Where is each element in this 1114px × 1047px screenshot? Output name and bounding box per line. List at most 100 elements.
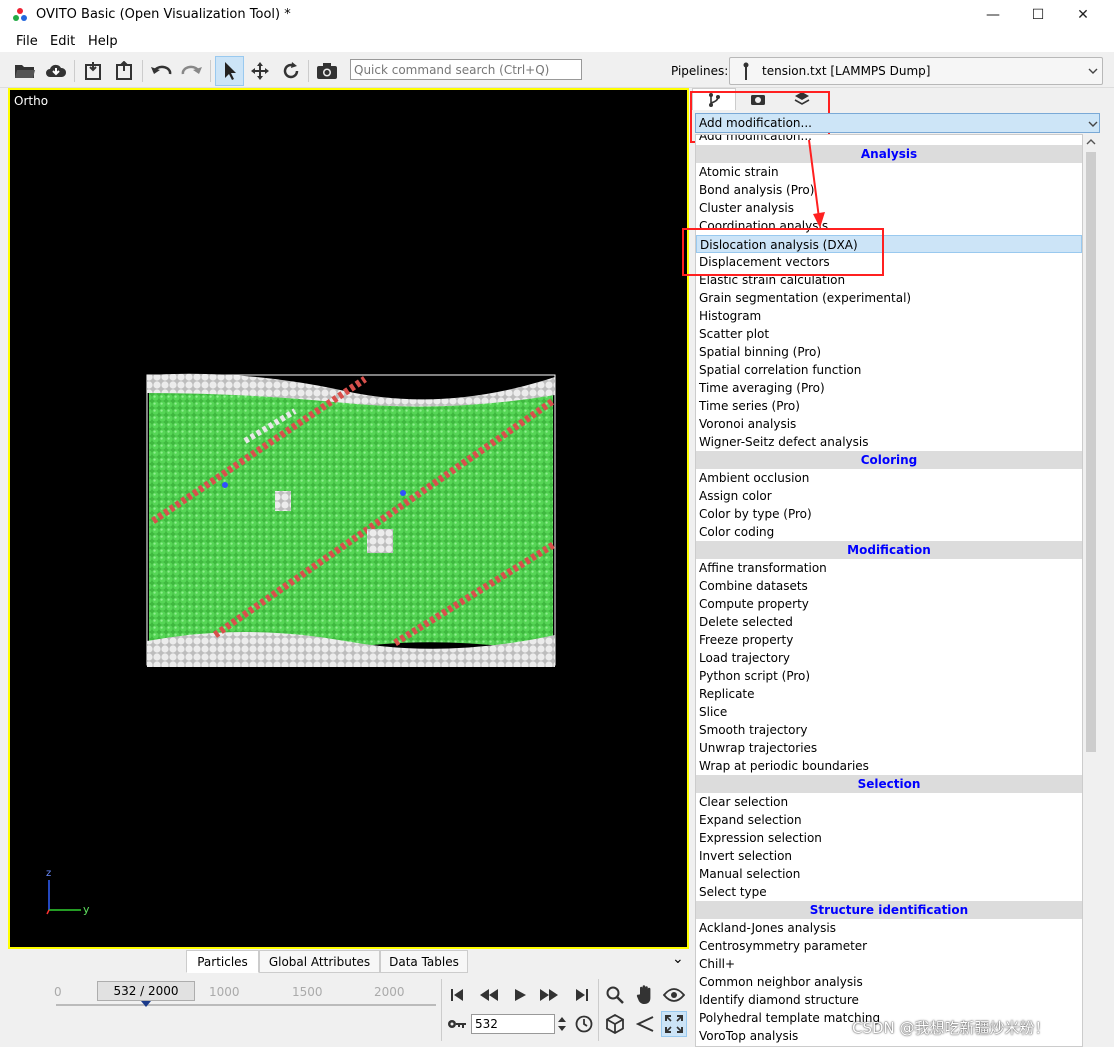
- list-item[interactable]: Ambient occlusion: [696, 469, 1082, 487]
- time-slider-track[interactable]: [56, 1004, 436, 1006]
- tab-particles[interactable]: Particles: [186, 950, 259, 973]
- list-item[interactable]: Centrosymmetry parameter: [696, 937, 1082, 955]
- previous-frame-button[interactable]: [476, 982, 502, 1008]
- list-item[interactable]: Add modification...: [696, 135, 1082, 145]
- list-item[interactable]: Bond analysis (Pro): [696, 181, 1082, 199]
- list-item[interactable]: Identify diamond structure: [696, 991, 1082, 1009]
- list-item[interactable]: Load trajectory: [696, 649, 1082, 667]
- list-item[interactable]: Freeze property: [696, 631, 1082, 649]
- list-item[interactable]: Delete selected: [696, 613, 1082, 631]
- list-item[interactable]: Replicate: [696, 685, 1082, 703]
- list-item[interactable]: Time averaging (Pro): [696, 379, 1082, 397]
- list-item[interactable]: Ackland-Jones analysis: [696, 919, 1082, 937]
- cube-icon: [606, 1014, 624, 1034]
- play-button[interactable]: [507, 982, 533, 1008]
- add-modification-combo[interactable]: Add modification...: [695, 113, 1100, 133]
- pipeline-select-value: tension.txt [LAMMPS Dump]: [762, 64, 931, 78]
- list-item[interactable]: Voronoi analysis: [696, 415, 1082, 433]
- list-item[interactable]: Invert selection: [696, 847, 1082, 865]
- viewport-caption[interactable]: Ortho: [14, 94, 48, 108]
- close-button[interactable]: ✕: [1063, 4, 1103, 26]
- list-item[interactable]: Unwrap trajectories: [696, 739, 1082, 757]
- list-item[interactable]: Clear selection: [696, 793, 1082, 811]
- time-slider-handle[interactable]: 532 / 2000: [97, 981, 195, 1001]
- title-bar: OVITO Basic (Open Visualization Tool) * …: [0, 0, 1114, 30]
- minimize-button[interactable]: —: [973, 4, 1013, 26]
- tab-global-attributes[interactable]: Global Attributes: [259, 950, 380, 973]
- menu-edit[interactable]: Edit: [50, 34, 75, 49]
- list-item[interactable]: Assign color: [696, 487, 1082, 505]
- quick-command-search-input[interactable]: [350, 59, 582, 80]
- list-item[interactable]: Compute property: [696, 595, 1082, 613]
- scroll-thumb[interactable]: [1086, 152, 1096, 752]
- chevron-down-icon: [1088, 121, 1098, 127]
- list-item[interactable]: Wigner-Seitz defect analysis: [696, 433, 1082, 451]
- list-item[interactable]: Expression selection: [696, 829, 1082, 847]
- orbit-button[interactable]: [661, 982, 687, 1008]
- selection-mode-button[interactable]: [215, 56, 244, 86]
- list-item[interactable]: Select type: [696, 883, 1082, 901]
- list-item[interactable]: Color by type (Pro): [696, 505, 1082, 523]
- list-item[interactable]: Grain segmentation (experimental): [696, 289, 1082, 307]
- render-button[interactable]: [314, 58, 340, 84]
- list-item[interactable]: Scatter plot: [696, 325, 1082, 343]
- menu-file[interactable]: File: [16, 34, 38, 49]
- current-frame-input[interactable]: 532: [471, 1014, 555, 1034]
- spinner-arrows-icon[interactable]: [556, 1015, 568, 1033]
- magnifier-icon: [606, 986, 624, 1004]
- hand-icon: [636, 985, 651, 1004]
- rotate-mode-button[interactable]: [278, 58, 304, 84]
- load-remote-button[interactable]: [43, 58, 69, 84]
- list-item[interactable]: Affine transformation: [696, 559, 1082, 577]
- list-item[interactable]: Time series (Pro): [696, 397, 1082, 415]
- list-item[interactable]: Spatial binning (Pro): [696, 343, 1082, 361]
- 3d-viewport[interactable]: Ortho z y: [8, 88, 689, 949]
- fast-forward-icon: [540, 989, 558, 1001]
- animation-settings-button[interactable]: [571, 1011, 597, 1037]
- zoom-button[interactable]: [602, 982, 628, 1008]
- divider: [441, 979, 442, 1041]
- list-item[interactable]: Atomic strain: [696, 163, 1082, 181]
- list-item[interactable]: Spatial correlation function: [696, 361, 1082, 379]
- next-frame-button[interactable]: [536, 982, 562, 1008]
- command-panel: Add modification... Add modification... A…: [682, 88, 1102, 1047]
- list-item[interactable]: Color coding: [696, 523, 1082, 541]
- list-item[interactable]: Python script (Pro): [696, 667, 1082, 685]
- list-item[interactable]: Histogram: [696, 307, 1082, 325]
- pipeline-select[interactable]: tension.txt [LAMMPS Dump]: [729, 57, 1103, 85]
- list-item[interactable]: Common neighbor analysis: [696, 973, 1082, 991]
- tick-label: 1000: [209, 985, 240, 999]
- collapse-panel-button[interactable]: ⌄: [672, 951, 684, 967]
- move-mode-button[interactable]: [247, 58, 273, 84]
- tab-data-tables[interactable]: Data Tables: [380, 950, 468, 973]
- fov-button[interactable]: [632, 1011, 658, 1037]
- list-item[interactable]: Expand selection: [696, 811, 1082, 829]
- list-item[interactable]: Wrap at periodic boundaries: [696, 757, 1082, 775]
- undo-button[interactable]: [148, 58, 174, 84]
- import-session-button[interactable]: [80, 58, 106, 84]
- goto-end-button[interactable]: [569, 982, 595, 1008]
- undo-icon: [151, 65, 172, 75]
- scroll-up-icon[interactable]: [1086, 138, 1096, 146]
- maximize-button[interactable]: ☐: [1018, 4, 1058, 26]
- list-item[interactable]: Chill+: [696, 955, 1082, 973]
- view-type-button[interactable]: [602, 1011, 628, 1037]
- zoom-all-button[interactable]: [661, 1011, 687, 1037]
- list-item[interactable]: Cluster analysis: [696, 199, 1082, 217]
- animation-mode-button[interactable]: [444, 1011, 470, 1037]
- annotation-highlight-box: [682, 228, 884, 276]
- list-item[interactable]: Combine datasets: [696, 577, 1082, 595]
- list-item[interactable]: Smooth trajectory: [696, 721, 1082, 739]
- list-item[interactable]: Manual selection: [696, 865, 1082, 883]
- redo-button[interactable]: [179, 58, 205, 84]
- list-scrollbar[interactable]: [1083, 134, 1099, 1047]
- pan-button[interactable]: [632, 982, 658, 1008]
- tick-label: 1500: [292, 985, 323, 999]
- category-header: Analysis: [696, 145, 1082, 163]
- menu-help[interactable]: Help: [88, 34, 118, 49]
- goto-start-button[interactable]: [444, 982, 470, 1008]
- category-header: Structure identification: [696, 901, 1082, 919]
- list-item[interactable]: Slice: [696, 703, 1082, 721]
- open-file-button[interactable]: [12, 58, 38, 84]
- save-session-button[interactable]: [111, 58, 137, 84]
